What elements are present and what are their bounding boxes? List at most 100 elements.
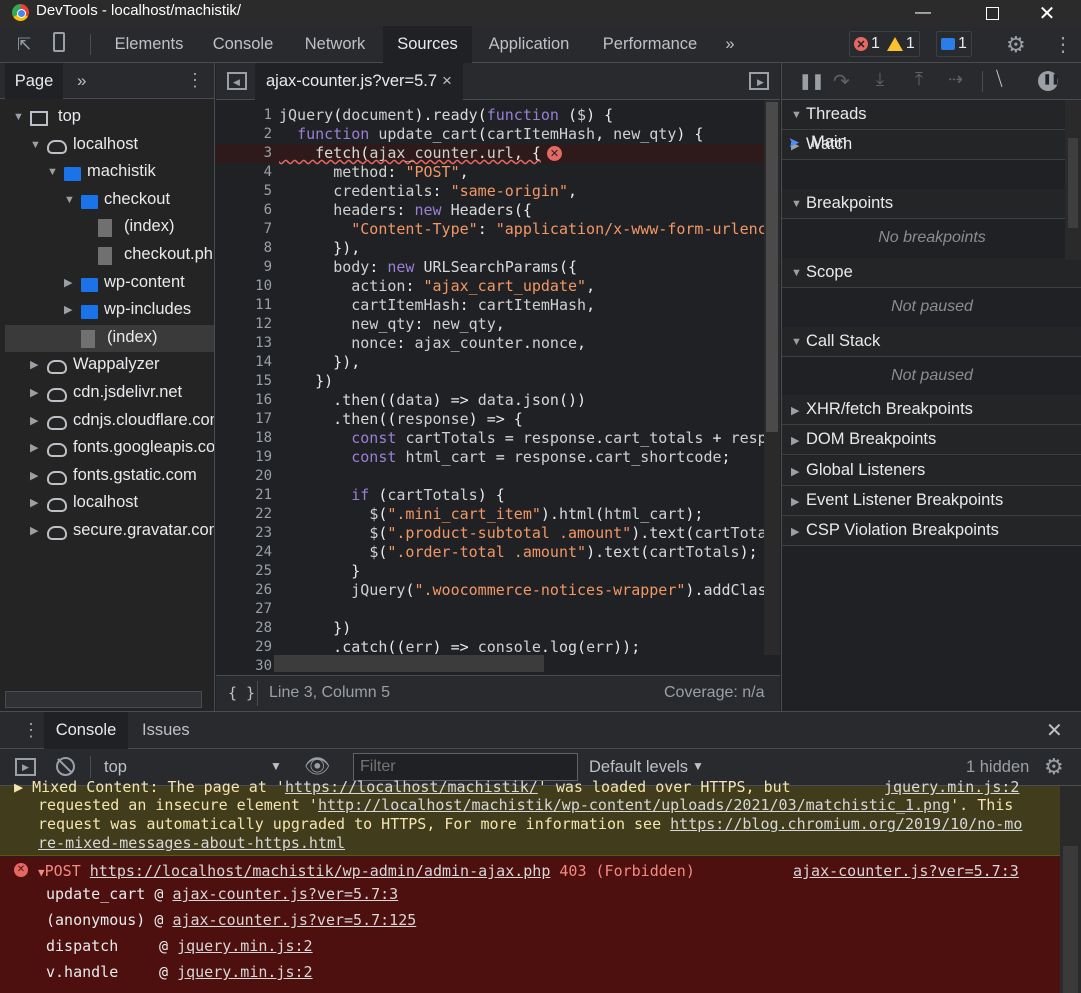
tree-item[interactable]: ▶ cdnjs.cloudflare.com bbox=[5, 408, 214, 435]
line-number[interactable]: 12 bbox=[216, 315, 272, 334]
section-header[interactable]: ▼ Scope bbox=[782, 258, 1081, 288]
line-number[interactable]: 14 bbox=[216, 353, 272, 372]
editor-file-tab[interactable]: ajax-counter.js?ver=5.7 × bbox=[255, 63, 463, 100]
tree-item[interactable]: ▼ localhost bbox=[5, 132, 214, 159]
code-editor[interactable]: 1 2 3 4 5 6 7 8 9 10 11 12 13 14 15 16 17 18 19 20 21 22 23 24 2… bbox=[216, 100, 780, 675]
section-header[interactable]: ▶ XHR/fetch Breakpoints bbox=[782, 395, 1081, 425]
device-toolbar-icon[interactable] bbox=[53, 32, 65, 57]
console-sidebar-toggle-icon[interactable]: ▶ bbox=[15, 758, 36, 776]
levels-dropdown-icon[interactable]: ▼ bbox=[692, 759, 704, 773]
step-icon[interactable]: ⇢ bbox=[948, 69, 963, 90]
code-line[interactable]: action: "ajax_cart_update", bbox=[279, 277, 767, 296]
maximize-button[interactable] bbox=[969, 0, 1015, 26]
error-source-link[interactable]: ajax-counter.js?ver=5.7:3 bbox=[793, 862, 1019, 880]
toggle-navigator-icon[interactable]: ◀ bbox=[227, 72, 247, 90]
warning-info-link[interactable]: https://blog.chromium.org/2019/10/no-mo bbox=[670, 815, 1022, 833]
pause-icon[interactable]: ❚❚ bbox=[799, 72, 824, 90]
line-number[interactable]: 2 bbox=[216, 125, 272, 144]
console-scrollbar[interactable] bbox=[1060, 786, 1081, 993]
navigator-menu-icon[interactable]: ⋮ bbox=[186, 70, 204, 91]
code-line[interactable]: credentials: "same-origin", bbox=[279, 182, 767, 201]
code-line[interactable]: jQuery(document).ready(function ($) { bbox=[279, 106, 767, 125]
code-line[interactable]: jQuery(".woocommerce-notices-wrapper").a… bbox=[279, 581, 766, 600]
line-number[interactable]: 26 bbox=[216, 581, 272, 600]
line-number[interactable]: 21 bbox=[216, 486, 272, 505]
expand-arrow-icon[interactable]: ▶ bbox=[30, 408, 38, 435]
tab-application[interactable]: Application bbox=[476, 26, 582, 63]
error-url-link[interactable]: https://localhost/machistik/wp-admin/adm… bbox=[90, 862, 551, 880]
log-levels-dropdown[interactable]: Default levels bbox=[589, 758, 688, 777]
code-line[interactable]: new_qty: new_qty, bbox=[279, 315, 767, 334]
live-expression-eye-icon[interactable]: 👁 bbox=[304, 755, 331, 779]
tree-item[interactable]: ▼ machistik bbox=[5, 159, 214, 186]
expand-arrow-icon[interactable]: ▶ bbox=[30, 518, 38, 545]
thread-main[interactable]: Main bbox=[811, 133, 847, 152]
navigator-horizontal-scrollbar[interactable] bbox=[5, 691, 202, 708]
messages-counter[interactable]: 1 bbox=[936, 31, 972, 57]
line-number[interactable]: 6 bbox=[216, 201, 272, 220]
more-options-icon[interactable]: ⋮ bbox=[1053, 32, 1073, 57]
code-content[interactable]: jQuery(document).ready(function ($) { fu… bbox=[279, 106, 767, 675]
tab-performance[interactable]: Performance bbox=[590, 26, 710, 63]
section-header[interactable]: ▶ Event Listener Breakpoints bbox=[782, 486, 1081, 516]
code-line[interactable]: if (cartTotals) { bbox=[279, 486, 767, 505]
code-line[interactable]: } bbox=[279, 562, 767, 581]
code-line[interactable]: .then((data) => data.json()) bbox=[279, 391, 767, 410]
inline-error-icon[interactable]: ✕ bbox=[547, 146, 562, 161]
line-number[interactable]: 24 bbox=[216, 543, 272, 562]
tree-item[interactable]: ▶ localhost bbox=[5, 490, 214, 517]
line-number[interactable]: 1 bbox=[216, 106, 272, 125]
code-line[interactable]: }), bbox=[279, 353, 767, 372]
tree-item[interactable]: ▶ wp-content bbox=[5, 270, 214, 297]
context-dropdown-icon[interactable]: ▼ bbox=[270, 759, 282, 773]
pause-on-exceptions-icon[interactable]: ❚❚ bbox=[1038, 71, 1060, 91]
code-line[interactable]: const html_cart = response.cart_shortcod… bbox=[279, 448, 767, 467]
stack-source-link[interactable]: jquery.min.js:2 bbox=[177, 937, 312, 955]
toggle-debugger-icon[interactable]: ▶ bbox=[749, 72, 769, 90]
line-number[interactable]: 11 bbox=[216, 296, 272, 315]
section-header[interactable]: ▼ Call Stack bbox=[782, 327, 1081, 357]
collapse-arrow-icon[interactable]: ▼ bbox=[47, 159, 58, 186]
code-line[interactable]: nonce: ajax_counter.nonce, bbox=[279, 334, 767, 353]
close-window-button[interactable]: ✕ bbox=[1024, 0, 1070, 26]
editor-vertical-scrollbar-track[interactable] bbox=[764, 100, 780, 655]
tab-sources[interactable]: Sources bbox=[383, 26, 472, 63]
stack-source-link[interactable]: ajax-counter.js?ver=5.7:125 bbox=[172, 911, 416, 929]
warning-source-link[interactable]: jquery.min.js:2 bbox=[884, 778, 1019, 798]
line-number[interactable]: 29 bbox=[216, 638, 272, 657]
code-line[interactable]: "Content-Type": "application/x-www-form-… bbox=[279, 220, 766, 239]
code-line[interactable]: cartItemHash: cartItemHash, bbox=[279, 296, 767, 315]
line-number[interactable]: 30 bbox=[216, 657, 272, 675]
warning-insecure-element-link[interactable]: http://localhost/machistik/wp-content/up… bbox=[318, 796, 950, 814]
tree-item[interactable]: ▶ fonts.gstatic.com bbox=[5, 463, 214, 490]
line-number[interactable]: 9 bbox=[216, 258, 272, 277]
expand-arrow-icon[interactable]: ▶ bbox=[30, 463, 38, 490]
tree-item[interactable]: (index) bbox=[5, 214, 214, 241]
drawer-menu-icon[interactable]: ⋮ bbox=[22, 720, 40, 741]
code-line[interactable] bbox=[279, 600, 767, 619]
tree-item[interactable]: checkout.php bbox=[5, 242, 214, 269]
stack-source-link[interactable]: ajax-counter.js?ver=5.7:3 bbox=[172, 885, 398, 903]
section-header[interactable]: ▶ CSP Violation Breakpoints bbox=[782, 516, 1081, 546]
tree-item[interactable]: (index) bbox=[5, 324, 214, 352]
line-number[interactable]: 17 bbox=[216, 410, 272, 429]
editor-horizontal-scrollbar[interactable] bbox=[274, 655, 544, 672]
section-header[interactable]: ▶ Global Listeners bbox=[782, 456, 1081, 486]
deactivate-breakpoints-icon[interactable]: ⧹ bbox=[996, 69, 1002, 91]
section-header[interactable]: ▼ Threads bbox=[782, 100, 1081, 130]
code-line[interactable]: .then((response) => { bbox=[279, 410, 767, 429]
line-number[interactable]: 27 bbox=[216, 600, 272, 619]
code-line[interactable]: }) bbox=[279, 372, 767, 391]
tree-item[interactable]: ▶ secure.gravatar.com bbox=[5, 518, 214, 545]
expand-arrow-icon[interactable]: ▶ bbox=[30, 435, 38, 462]
step-over-icon[interactable]: ↷ bbox=[833, 69, 850, 94]
code-line[interactable]: body: new URLSearchParams({ bbox=[279, 258, 767, 277]
tree-item[interactable]: ▼ checkout bbox=[5, 187, 214, 214]
tab-elements[interactable]: Elements bbox=[103, 26, 195, 63]
code-line[interactable]: fetch(ajax_counter.url, { bbox=[279, 144, 767, 163]
collapse-arrow-icon[interactable]: ▼ bbox=[13, 104, 24, 131]
console-settings-gear-icon[interactable]: ⚙ bbox=[1044, 754, 1064, 780]
line-number[interactable]: 10 bbox=[216, 277, 272, 296]
tree-item[interactable]: ▶ cdn.jsdelivr.net bbox=[5, 380, 214, 407]
code-line[interactable]: function update_cart(cartItemHash, new_q… bbox=[279, 125, 767, 144]
